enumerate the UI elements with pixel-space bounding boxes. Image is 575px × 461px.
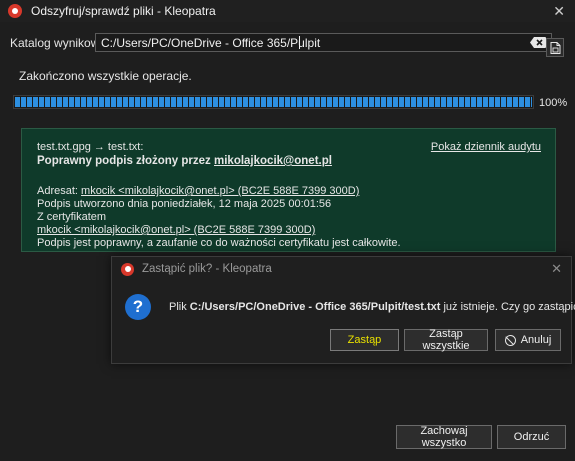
window-close-icon[interactable]: ✕ xyxy=(553,2,565,20)
message-prefix: Plik xyxy=(169,301,190,313)
browse-folder-button[interactable] xyxy=(546,38,564,57)
output-folder-row: Katalog wynikowy: C:/Users/PC/OneDrive -… xyxy=(10,33,552,52)
cancel-label: Anuluj xyxy=(520,334,552,346)
status-message: Zakończono wszystkie operacje. xyxy=(19,69,192,83)
signature-created-line: Podpis utworzono dnia poniedziałek, 12 m… xyxy=(37,198,332,210)
kleopatra-app-icon xyxy=(121,262,134,276)
output-folder-input[interactable]: C:/Users/PC/OneDrive - Office 365/Pulpit xyxy=(95,33,552,52)
output-folder-value[interactable]: C:/Users/PC/OneDrive - Office 365/Pulpit xyxy=(101,36,320,50)
file-icon xyxy=(550,41,560,54)
progress-bar-fill xyxy=(15,97,532,107)
show-audit-log-link[interactable]: Pokaż dziennik audytu xyxy=(431,141,541,153)
question-icon: ? xyxy=(125,294,151,320)
certificate-link[interactable]: mkocik <mikolajkocik@onet.pl> (BC2E 588E… xyxy=(37,224,315,236)
cancel-icon xyxy=(504,334,516,346)
dialog-close-icon[interactable]: ✕ xyxy=(551,261,562,277)
replace-all-button[interactable]: Zastąp wszystkie xyxy=(404,328,488,352)
dialog-title: Zastąpić plik? - Kleopatra xyxy=(142,263,272,275)
window-client: Katalog wynikowy: C:/Users/PC/OneDrive -… xyxy=(0,22,575,461)
with-certificate-label: Z certyfikatem xyxy=(37,211,107,223)
addressee-link[interactable]: mkocik <mikolajkocik@onet.pl> (BC2E 588E… xyxy=(81,185,359,197)
text-caret xyxy=(299,36,300,49)
reject-button[interactable]: Odrzuć xyxy=(497,425,566,449)
addressee-label: Adresat: xyxy=(37,185,82,197)
signer-email-link[interactable]: mikolajkocik@onet.pl xyxy=(214,155,332,167)
file-mapping: test.txt.gpg → test.txt: xyxy=(37,141,144,153)
valid-signature-heading: Poprawny podpis złożony przez mikolajkoc… xyxy=(37,155,332,167)
cancel-button[interactable]: Anuluj xyxy=(495,329,561,351)
trust-status-line: Podpis jest poprawny, a zaufanie co do w… xyxy=(37,237,401,249)
kleopatra-app-icon xyxy=(8,4,22,18)
valid-signature-prefix: Poprawny podpis złożony przez xyxy=(37,155,214,167)
message-file-path: C:/Users/PC/OneDrive - Office 365/Pulpit… xyxy=(189,301,441,313)
dialog-titlebar: Zastąpić plik? - Kleopatra ✕ xyxy=(112,257,571,281)
message-suffix: już istnieje. Czy go zastąpić? xyxy=(440,301,575,313)
replace-file-dialog: Zastąpić plik? - Kleopatra ✕ ? Plik C:/U… xyxy=(111,256,575,364)
window-title: Odszyfruj/sprawdź pliki - Kleopatra xyxy=(31,4,216,18)
replace-button[interactable]: Zastąp xyxy=(330,329,399,351)
window-titlebar: Odszyfruj/sprawdź pliki - Kleopatra ✕ xyxy=(0,0,575,22)
addressee-line: Adresat: mkocik <mikolajkocik@onet.pl> (… xyxy=(37,185,359,197)
output-folder-label: Katalog wynikowy: xyxy=(10,36,109,50)
progress-bar xyxy=(13,95,534,109)
verification-result-panel: test.txt.gpg → test.txt: Poprawny podpis… xyxy=(21,128,556,252)
dialog-message: Plik C:/Users/PC/OneDrive - Office 365/P… xyxy=(169,301,575,313)
progress-percent-label: 100% xyxy=(539,97,568,109)
keep-all-button[interactable]: Zachowaj wszystko xyxy=(396,425,492,449)
clear-text-icon[interactable] xyxy=(530,37,546,48)
